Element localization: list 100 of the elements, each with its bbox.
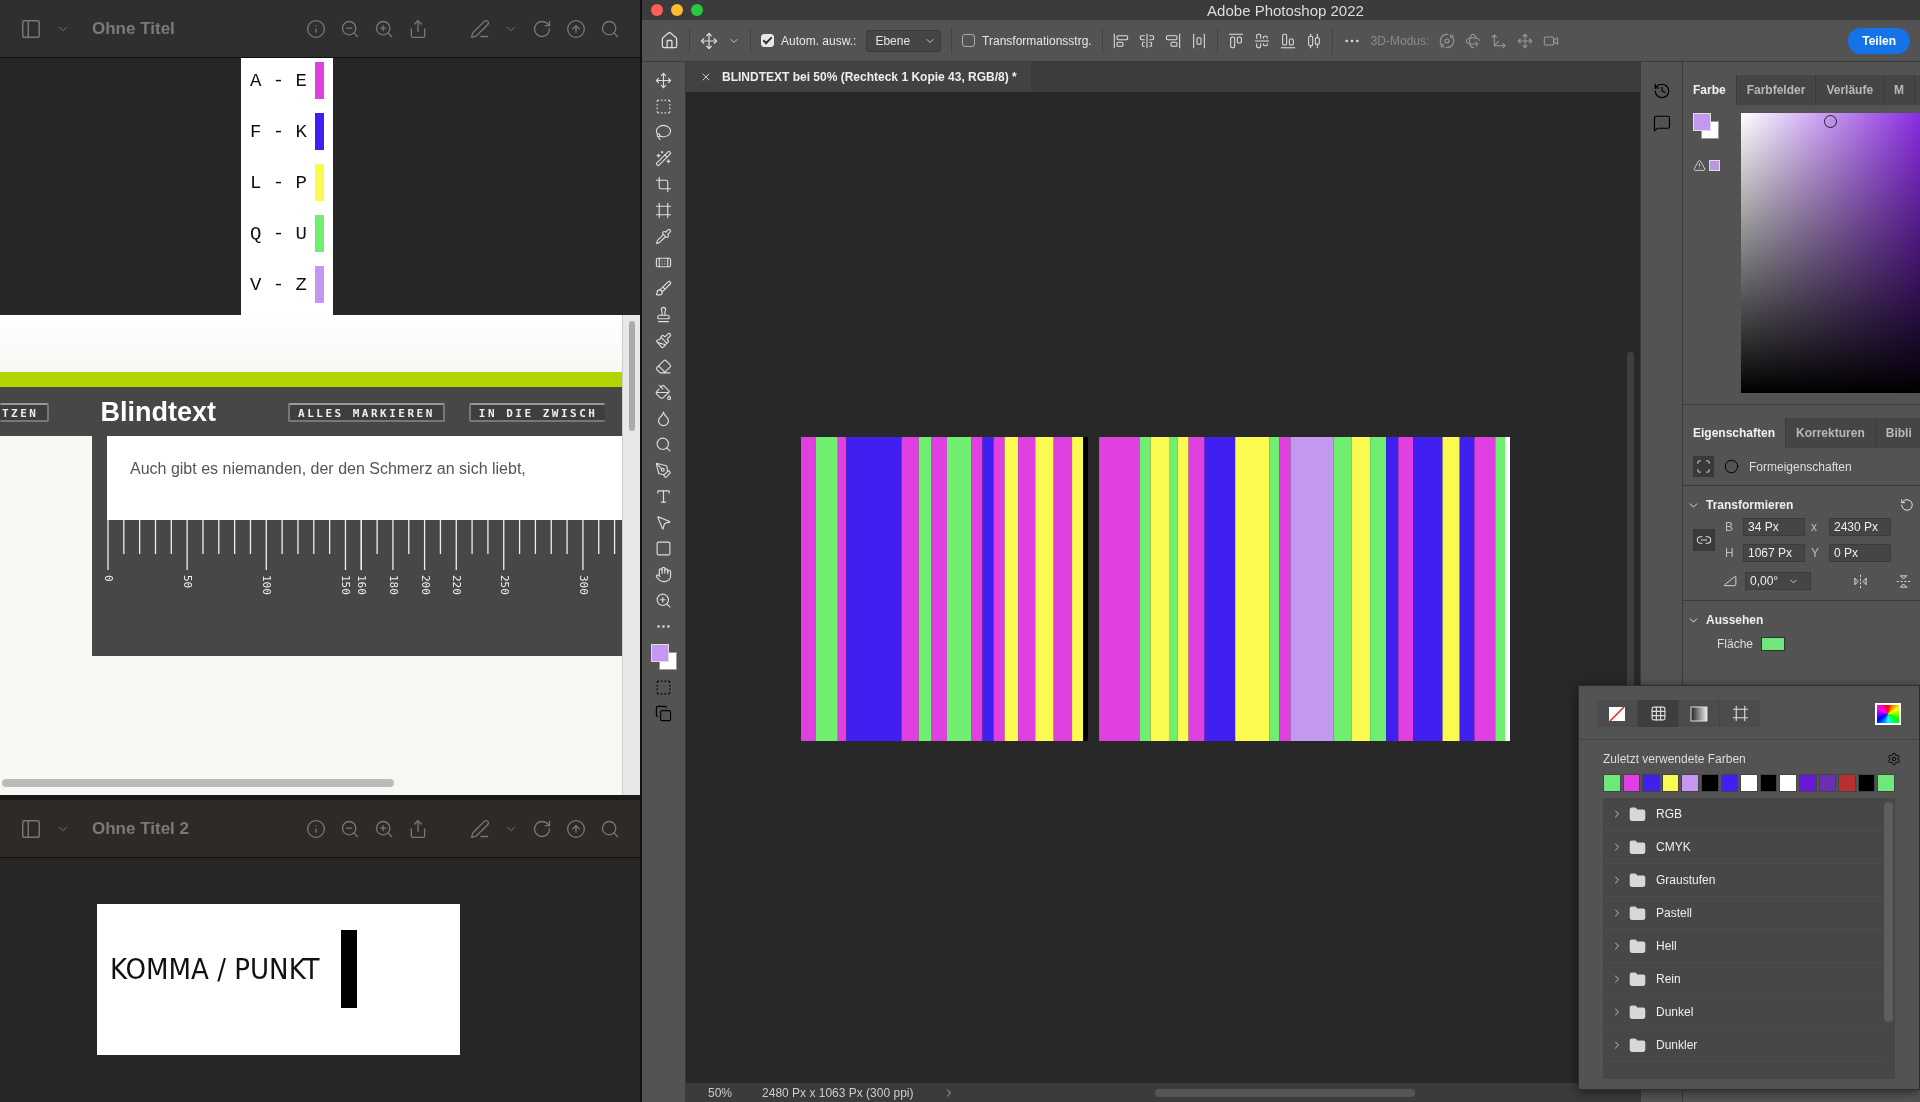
color-swatch[interactable]	[1779, 774, 1797, 792]
folder-item[interactable]: Graustufen	[1603, 864, 1882, 897]
magnifier-icon[interactable]	[655, 436, 672, 453]
color-swatch[interactable]	[1681, 774, 1699, 792]
folder-item[interactable]: Pastell	[1603, 897, 1882, 930]
panel-tab[interactable]: Farbe	[1683, 75, 1737, 105]
history-icon[interactable]	[1652, 82, 1671, 100]
rotate-3d-icon[interactable]	[1465, 32, 1482, 49]
zoom-in-icon[interactable]	[374, 18, 394, 39]
color-swatch[interactable]	[1700, 774, 1719, 792]
page-button[interactable]: TZEN	[0, 403, 49, 422]
color-swatch[interactable]	[1759, 774, 1778, 792]
move-3d-icon[interactable]	[1491, 32, 1508, 49]
input-field[interactable]: 2430 Px	[1829, 518, 1891, 536]
folder-item[interactable]: Dunkler	[1603, 1029, 1882, 1062]
input-field[interactable]: 1067 Px	[1743, 544, 1805, 562]
search-icon[interactable]	[600, 18, 620, 39]
input-field[interactable]: 0 Px	[1829, 544, 1891, 562]
close-icon[interactable]	[700, 71, 712, 83]
page-button[interactable]: IN DIE ZWISCH	[468, 403, 606, 422]
comment-icon[interactable]	[1652, 114, 1671, 132]
close-button[interactable]	[651, 4, 663, 16]
share-button[interactable]: Teilen	[1848, 27, 1910, 54]
sidebar-icon[interactable]	[20, 17, 42, 40]
color-field[interactable]	[1741, 113, 1920, 393]
align-left-icon[interactable]	[1112, 32, 1129, 49]
move-icon[interactable]	[1517, 32, 1534, 49]
frame-icon[interactable]	[655, 202, 672, 219]
color-swatch[interactable]	[1603, 774, 1621, 792]
rotate-icon[interactable]	[532, 18, 552, 39]
sidebar-icon[interactable]	[20, 817, 42, 840]
orbit-icon[interactable]	[1439, 32, 1456, 49]
align-top-icon[interactable]	[1227, 32, 1244, 49]
eyedropper-icon[interactable]	[655, 228, 672, 245]
gamut-swatch[interactable]	[1709, 160, 1720, 171]
folder-item[interactable]: RGB	[1603, 798, 1882, 831]
zoom-out-icon[interactable]	[340, 18, 360, 39]
move-icon[interactable]	[700, 31, 718, 50]
paint-bucket-icon[interactable]	[655, 384, 672, 401]
distribute-icon[interactable]	[1305, 32, 1322, 49]
color-swatch[interactable]	[1877, 774, 1895, 792]
align-bottom-icon[interactable]	[1279, 32, 1296, 49]
rotate-icon[interactable]	[532, 818, 552, 839]
folder-item[interactable]: Dunkel	[1603, 996, 1882, 1029]
color-swatch[interactable]	[1857, 774, 1876, 792]
color-swatch[interactable]	[1818, 774, 1837, 792]
section-header[interactable]: Aussehen	[1683, 601, 1920, 631]
folder-item[interactable]: Rein	[1603, 963, 1882, 996]
color-picker-button[interactable]	[1875, 702, 1901, 725]
align-center-icon[interactable]	[1138, 32, 1155, 49]
scrollbar[interactable]	[1155, 1088, 1416, 1097]
fill-swatch[interactable]	[1761, 637, 1786, 651]
view-mode-button[interactable]	[1679, 700, 1719, 727]
flip-horizontal-icon[interactable]	[1853, 573, 1868, 589]
color-swatch[interactable]	[1838, 774, 1856, 792]
wand-icon[interactable]	[655, 150, 672, 167]
share-icon[interactable]	[408, 818, 428, 839]
pen-icon[interactable]	[470, 818, 490, 839]
screen-mode-icon[interactable]	[655, 705, 672, 722]
angle-field[interactable]: 0,00°	[1745, 572, 1811, 590]
dropdown[interactable]: Ebene	[866, 29, 942, 52]
settings-icon[interactable]	[1887, 752, 1901, 766]
view-mode-button[interactable]	[1597, 700, 1637, 727]
share-icon[interactable]	[408, 18, 428, 39]
stamp-icon[interactable]	[655, 306, 672, 323]
align-right-icon[interactable]	[1164, 32, 1181, 49]
view-mode-button[interactable]	[1720, 700, 1760, 727]
quick-mask-icon[interactable]	[655, 679, 672, 696]
rectangle-icon[interactable]	[655, 540, 672, 557]
color-swatch[interactable]	[1661, 774, 1680, 792]
info-icon[interactable]	[306, 818, 326, 839]
type-icon[interactable]	[655, 488, 672, 505]
home-icon[interactable]	[660, 31, 679, 50]
align-middle-icon[interactable]	[1253, 32, 1270, 49]
brush-icon[interactable]	[655, 280, 672, 297]
marquee-icon[interactable]	[655, 98, 672, 115]
eraser-icon[interactable]	[655, 358, 672, 375]
color-swatch[interactable]	[1740, 774, 1758, 792]
move-icon[interactable]	[655, 72, 672, 89]
search-icon[interactable]	[600, 818, 620, 839]
color-swatch[interactable]	[1720, 774, 1739, 792]
pen-tool-icon[interactable]	[655, 462, 672, 479]
section-header[interactable]: Transformieren	[1683, 486, 1920, 516]
color-swatch[interactable]	[1642, 774, 1660, 792]
info-icon[interactable]	[306, 18, 326, 39]
page-button[interactable]: ALLES MARKIEREN	[288, 403, 445, 422]
zoom-icon[interactable]	[655, 592, 672, 609]
folder-item[interactable]: Hell	[1603, 930, 1882, 963]
color-swatches[interactable]	[1693, 113, 1719, 139]
flip-vertical-icon[interactable]	[1896, 573, 1911, 589]
scrollbar[interactable]	[629, 321, 635, 431]
input-field[interactable]: 34 Px	[1743, 518, 1805, 536]
zoom-out-icon[interactable]	[340, 818, 360, 839]
scrollbar[interactable]	[2, 779, 394, 787]
color-swatch[interactable]	[1622, 774, 1641, 792]
hand-icon[interactable]	[655, 566, 672, 583]
panel-tab[interactable]: Eigenschaften	[1683, 418, 1787, 448]
color-swatches[interactable]	[650, 644, 677, 670]
paintbrush-icon[interactable]	[655, 332, 672, 349]
pen-icon[interactable]	[470, 18, 490, 39]
